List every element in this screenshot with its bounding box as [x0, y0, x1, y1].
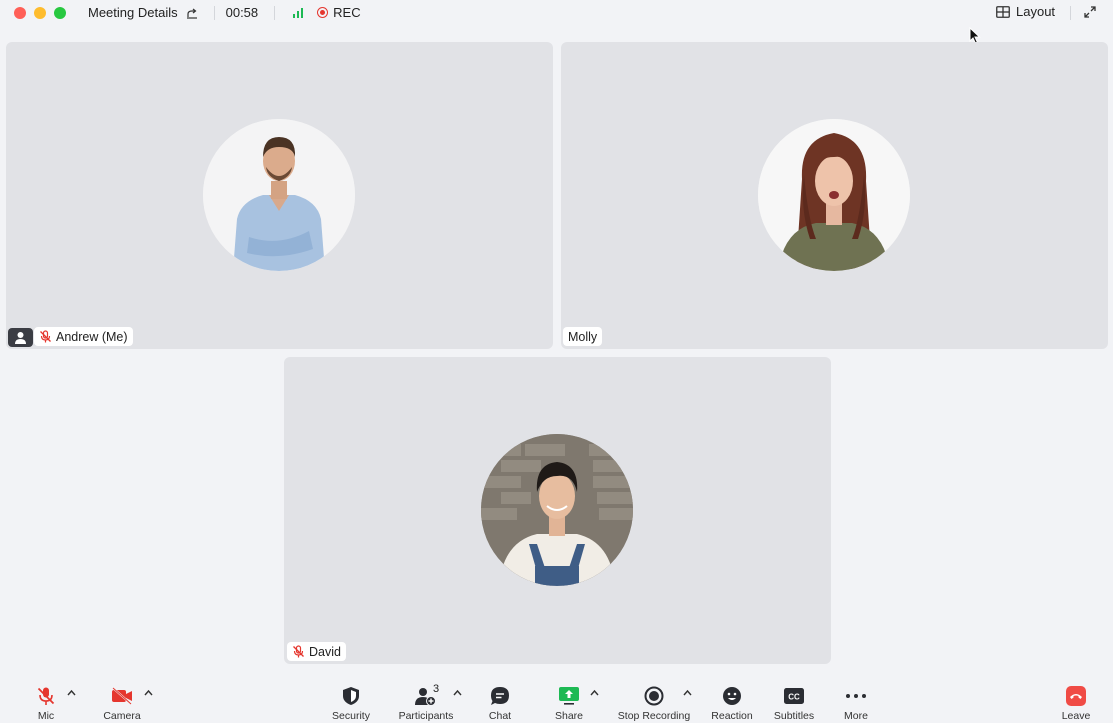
- closed-captions-icon: CC: [784, 688, 804, 704]
- stop-recording-label: Stop Recording: [617, 710, 691, 722]
- mic-muted-icon: [40, 330, 51, 343]
- camera-button[interactable]: Camera: [102, 685, 142, 722]
- leave-button[interactable]: Leave: [1060, 685, 1092, 722]
- participant-name: Andrew (Me): [56, 329, 128, 344]
- subtitles-label: Subtitles: [773, 710, 815, 722]
- participant-name: Molly: [568, 329, 598, 344]
- more-button[interactable]: More: [840, 685, 872, 722]
- video-tile-molly[interactable]: Molly: [561, 42, 1108, 349]
- grid-layout-icon: [996, 5, 1010, 18]
- avatar-molly: [758, 119, 910, 271]
- avatar-andrew: [203, 119, 355, 271]
- share-label: Share: [554, 710, 584, 722]
- leave-label: Leave: [1061, 710, 1091, 722]
- more-dots-icon: [846, 694, 866, 698]
- divider: [274, 5, 276, 20]
- stop-recording-button[interactable]: Stop Recording: [616, 685, 692, 722]
- security-button[interactable]: Security: [327, 685, 375, 722]
- recording-options-caret-icon[interactable]: [683, 689, 692, 696]
- share-arrow-icon[interactable]: [186, 7, 198, 19]
- video-tile-andrew[interactable]: Andrew (Me): [6, 42, 553, 349]
- camera-options-caret-icon[interactable]: [144, 689, 153, 696]
- meeting-timer: 00:58: [225, 5, 259, 20]
- mic-options-caret-icon[interactable]: [67, 689, 76, 696]
- share-options-caret-icon[interactable]: [590, 689, 599, 696]
- window-controls: [14, 6, 66, 19]
- recording-indicator[interactable]: REC: [317, 5, 361, 20]
- zoom-window-button[interactable]: [54, 6, 66, 19]
- shield-icon: [343, 687, 359, 705]
- stop-recording-icon: [644, 686, 664, 706]
- me-badge: [8, 328, 33, 347]
- chat-bubble-icon: [491, 687, 509, 705]
- chat-label: Chat: [488, 710, 512, 722]
- close-window-button[interactable]: [14, 6, 26, 19]
- title-bar: Meeting Details 00:58 REC: [0, 0, 1113, 25]
- meeting-details-link[interactable]: Meeting Details: [88, 5, 178, 20]
- camera-off-icon: [112, 687, 132, 705]
- reaction-button[interactable]: Reaction: [709, 685, 755, 722]
- name-tag-molly: Molly: [563, 327, 603, 346]
- layout-button[interactable]: Layout: [996, 4, 1055, 19]
- mic-label: Mic: [37, 710, 55, 722]
- person-icon: [15, 332, 26, 344]
- svg-text:CC: CC: [788, 693, 800, 702]
- layout-label: Layout: [1016, 4, 1056, 19]
- camera-label: Camera: [103, 710, 141, 722]
- network-signal-icon[interactable]: [293, 7, 304, 18]
- smiley-icon: [723, 687, 741, 705]
- divider: [1070, 6, 1071, 20]
- divider: [213, 5, 215, 20]
- participants-options-caret-icon[interactable]: [453, 689, 462, 696]
- share-button[interactable]: Share: [554, 685, 584, 722]
- mic-muted-icon: [293, 645, 304, 658]
- participants-label: Participants: [398, 710, 454, 722]
- chat-button[interactable]: Chat: [486, 685, 514, 722]
- avatar-david: [481, 434, 633, 586]
- subtitles-button[interactable]: CC Subtitles: [771, 685, 817, 722]
- participant-name: David: [309, 644, 341, 659]
- leave-phone-icon: [1066, 686, 1086, 706]
- mic-muted-icon: [37, 687, 55, 705]
- rec-label: REC: [333, 5, 361, 20]
- fullscreen-icon[interactable]: [1083, 5, 1097, 19]
- video-tile-david[interactable]: David: [284, 357, 831, 664]
- more-label: More: [844, 710, 868, 722]
- participants-button[interactable]: Participants: [396, 685, 456, 722]
- participants-count: 3: [433, 683, 440, 695]
- mic-button[interactable]: Mic: [33, 685, 59, 722]
- reaction-label: Reaction: [711, 710, 753, 722]
- name-tag-david: David: [287, 642, 346, 661]
- record-icon: [317, 7, 329, 18]
- name-tag-andrew: Andrew (Me): [34, 327, 133, 346]
- share-screen-icon: [559, 687, 579, 705]
- minimize-window-button[interactable]: [34, 6, 46, 19]
- security-label: Security: [332, 710, 370, 722]
